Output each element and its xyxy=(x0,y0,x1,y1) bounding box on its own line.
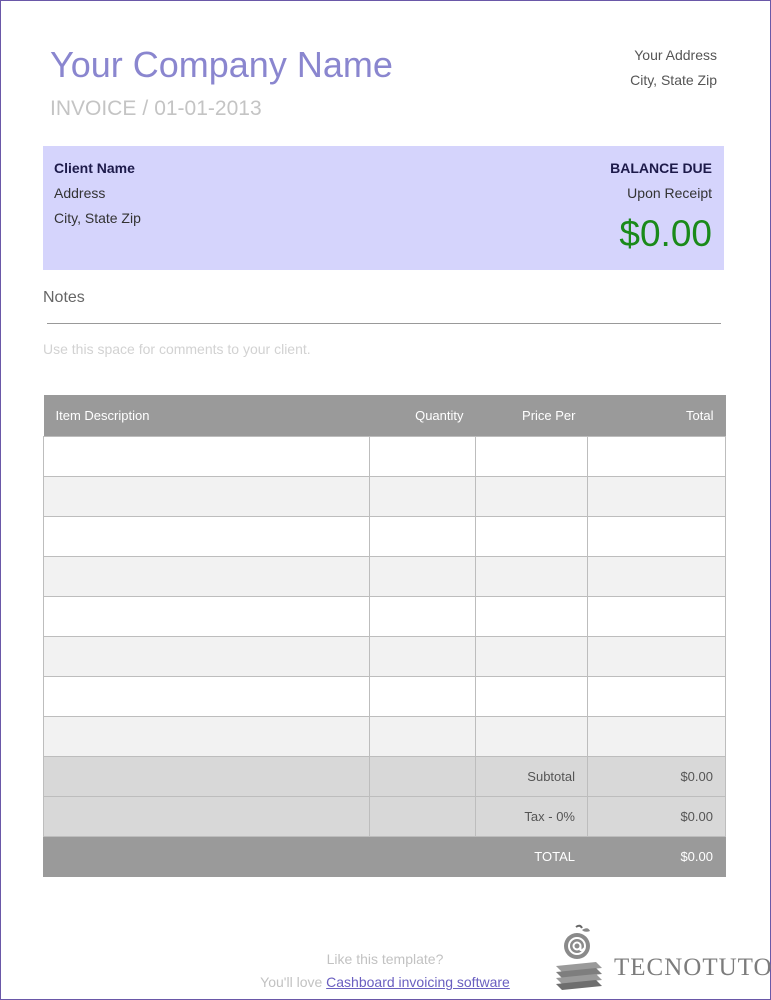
footer-prefix: You'll love xyxy=(260,974,327,990)
subtotal-empty-cell xyxy=(43,755,370,797)
subtotal-row: Subtotal $0.00 xyxy=(43,755,726,797)
company-name: Your Company Name xyxy=(50,44,393,85)
company-address-line1: Your Address xyxy=(634,47,717,63)
table-row xyxy=(43,515,726,557)
client-box: Client Name Address City, State Zip BALA… xyxy=(43,146,724,270)
total-value: $0.00 xyxy=(587,835,726,877)
table-row xyxy=(43,635,726,677)
header-price-per: Price Per xyxy=(475,395,588,436)
invoice-separator: / xyxy=(142,97,149,120)
quantity-cell[interactable] xyxy=(369,675,476,717)
tax-empty-cell xyxy=(43,795,370,837)
table-row xyxy=(43,435,726,477)
header-item-description: Item Description xyxy=(43,395,370,436)
table-row xyxy=(43,675,726,717)
quantity-cell[interactable] xyxy=(369,715,476,757)
company-address-line2: City, State Zip xyxy=(630,72,717,88)
company-address: Your Address City, State Zip xyxy=(630,43,717,93)
item-description-cell[interactable] xyxy=(43,675,370,717)
item-description-cell[interactable] xyxy=(43,435,370,477)
total-cell[interactable] xyxy=(587,675,726,717)
footer-line1: Like this template? xyxy=(326,951,444,967)
subtotal-value: $0.00 xyxy=(587,755,726,797)
price-cell[interactable] xyxy=(475,595,588,637)
item-description-cell[interactable] xyxy=(43,595,370,637)
header-total: Total xyxy=(587,395,726,436)
client-city: City, State Zip xyxy=(54,210,141,226)
quantity-cell[interactable] xyxy=(369,515,476,557)
item-description-cell[interactable] xyxy=(43,635,370,677)
item-description-cell[interactable] xyxy=(43,555,370,597)
price-cell[interactable] xyxy=(475,635,588,677)
total-cell[interactable] xyxy=(587,635,726,677)
table-row xyxy=(43,715,726,757)
watermark-brand: TECNOTUTO xyxy=(614,954,771,981)
tax-value: $0.00 xyxy=(587,795,726,837)
table-header-row: Item Description Quantity Price Per Tota… xyxy=(43,395,726,436)
invoice-line: INVOICE/01-01-2013 xyxy=(50,97,262,121)
footer-promo: Like this template? You'll love Cashboar… xyxy=(200,948,570,994)
apple-books-at-icon xyxy=(556,924,602,990)
total-cell[interactable] xyxy=(587,595,726,637)
notes-placeholder[interactable]: Use this space for comments to your clie… xyxy=(43,341,311,357)
footer-line2: You'll love Cashboard invoicing software xyxy=(200,971,570,994)
client-name: Client Name xyxy=(54,160,135,176)
item-description-cell[interactable] xyxy=(43,715,370,757)
subtotal-label: Subtotal xyxy=(475,755,588,797)
quantity-cell[interactable] xyxy=(369,635,476,677)
notes-divider xyxy=(47,323,721,324)
total-row: TOTAL $0.00 xyxy=(43,835,726,877)
price-cell[interactable] xyxy=(475,475,588,517)
total-cell[interactable] xyxy=(587,515,726,557)
total-empty-cell xyxy=(369,835,476,877)
quantity-cell[interactable] xyxy=(369,555,476,597)
total-cell[interactable] xyxy=(587,555,726,597)
header-quantity: Quantity xyxy=(369,395,476,436)
tax-row: Tax - 0% $0.00 xyxy=(43,795,726,837)
item-description-cell[interactable] xyxy=(43,475,370,517)
table-row xyxy=(43,555,726,597)
invoice-label: INVOICE xyxy=(50,97,137,120)
invoice-date: 01-01-2013 xyxy=(154,97,262,120)
balance-amount: $0.00 xyxy=(619,213,712,254)
notes-title: Notes xyxy=(43,289,85,306)
price-cell[interactable] xyxy=(475,675,588,717)
tax-empty-cell xyxy=(369,795,476,837)
price-cell[interactable] xyxy=(475,435,588,477)
payment-terms: Upon Receipt xyxy=(627,185,712,201)
total-label: TOTAL xyxy=(475,835,588,877)
total-cell[interactable] xyxy=(587,435,726,477)
item-description-cell[interactable] xyxy=(43,515,370,557)
quantity-cell[interactable] xyxy=(369,435,476,477)
total-empty-cell xyxy=(43,835,370,877)
subtotal-empty-cell xyxy=(369,755,476,797)
client-details: Client Name Address City, State Zip xyxy=(54,156,141,231)
price-cell[interactable] xyxy=(475,515,588,557)
tax-label: Tax - 0% xyxy=(475,795,588,837)
items-table: Item Description Quantity Price Per Tota… xyxy=(43,395,726,877)
price-cell[interactable] xyxy=(475,555,588,597)
table-row xyxy=(43,475,726,517)
table-row xyxy=(43,595,726,637)
client-address: Address xyxy=(54,185,106,201)
quantity-cell[interactable] xyxy=(369,595,476,637)
balance-due-label: BALANCE DUE xyxy=(610,160,712,176)
balance-block: BALANCE DUE Upon Receipt $0.00 xyxy=(610,156,712,256)
price-cell[interactable] xyxy=(475,715,588,757)
quantity-cell[interactable] xyxy=(369,475,476,517)
total-cell[interactable] xyxy=(587,715,726,757)
cashboard-link[interactable]: Cashboard invoicing software xyxy=(326,974,510,990)
total-cell[interactable] xyxy=(587,475,726,517)
